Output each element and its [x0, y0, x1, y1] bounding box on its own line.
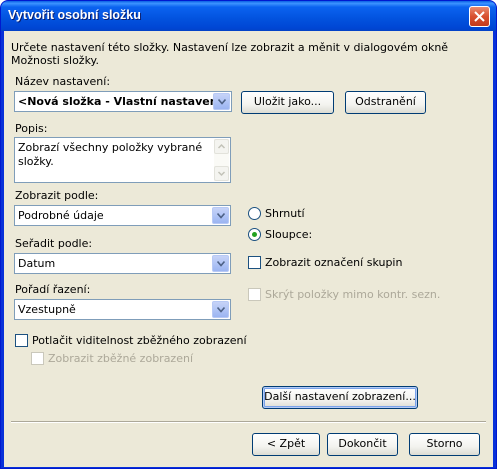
view-by-value: Podrobné údaje — [18, 209, 104, 222]
sort-by-label: Seřadit podle: — [15, 237, 93, 250]
chevron-down-icon[interactable] — [212, 301, 229, 318]
radio-selected-dot — [252, 232, 257, 237]
scroll-down-button[interactable] — [214, 166, 229, 181]
chevron-up-icon — [217, 143, 226, 149]
hide-items-label: Skrýt položky mimo kontr. sezn. — [265, 288, 441, 301]
chevron-down-icon — [217, 171, 226, 177]
window-title: Vytvořit osobní složku — [8, 8, 141, 22]
suppress-current-view-label[interactable]: Potlačit viditelnost zběžného zobrazení — [32, 334, 247, 347]
intro-text-line1: Určete nastavení této složky. Nastavení … — [11, 41, 449, 54]
settings-name-combo[interactable]: <Nová složka - Vlastní nastavení> — [14, 91, 232, 112]
view-by-combo[interactable]: Podrobné údaje — [14, 205, 231, 226]
sort-order-combo[interactable]: Vzestupně — [14, 299, 231, 320]
chevron-down-icon[interactable] — [212, 255, 229, 272]
more-view-settings-button[interactable]: Další nastavení zobrazení... — [262, 386, 418, 409]
separator — [11, 421, 486, 423]
chevron-down-icon[interactable] — [213, 93, 230, 110]
description-label: Popis: — [15, 122, 48, 135]
dialog-body: Určete nastavení této složky. Nastavení … — [4, 31, 493, 467]
description-textarea[interactable]: Zobrazí všechny položky vybrané složky. — [14, 137, 231, 183]
summary-radio-label[interactable]: Shrnutí — [265, 207, 305, 220]
show-group-labels-label[interactable]: Zobrazit označení skupin — [265, 256, 402, 269]
title-bar[interactable]: Vytvořit osobní složku — [1, 1, 496, 31]
suppress-current-view-checkbox[interactable] — [15, 334, 28, 347]
columns-radio[interactable] — [248, 228, 261, 241]
back-button[interactable]: < Zpět — [252, 433, 320, 456]
show-group-labels-checkbox[interactable] — [248, 256, 261, 269]
dialog-window: Vytvořit osobní složku Určete nastavení … — [0, 0, 497, 469]
sort-order-value: Vzestupně — [18, 303, 76, 316]
description-scrollbar[interactable] — [214, 139, 229, 181]
settings-name-value: <Nová složka - Vlastní nastavení> — [18, 95, 231, 108]
hide-items-checkbox[interactable] — [248, 288, 261, 301]
remove-button[interactable]: Odstranění — [345, 91, 426, 114]
intro-text-line2: Možnosti složky. — [11, 54, 99, 67]
settings-name-label: Název nastavení: — [15, 75, 111, 88]
show-current-view-label: Zobrazit zběžné zobrazení — [48, 352, 194, 365]
sort-by-value: Datum — [18, 257, 56, 270]
chevron-down-icon[interactable] — [212, 207, 229, 224]
view-by-label: Zobrazit podle: — [15, 189, 99, 202]
description-text: Zobrazí všechny položky vybrané složky. — [18, 141, 203, 168]
summary-radio[interactable] — [248, 207, 261, 220]
close-button[interactable] — [469, 6, 490, 27]
finish-button[interactable]: Dokončit — [327, 433, 398, 456]
close-icon — [474, 11, 485, 22]
cancel-button[interactable]: Storno — [409, 433, 480, 456]
save-as-button[interactable]: Uložit jako... — [241, 91, 334, 114]
sort-by-combo[interactable]: Datum — [14, 253, 231, 274]
show-current-view-checkbox[interactable] — [31, 352, 44, 365]
columns-radio-label[interactable]: Sloupce: — [265, 228, 312, 241]
sort-order-label: Pořadí řazení: — [15, 283, 91, 296]
scroll-up-button[interactable] — [214, 139, 229, 154]
